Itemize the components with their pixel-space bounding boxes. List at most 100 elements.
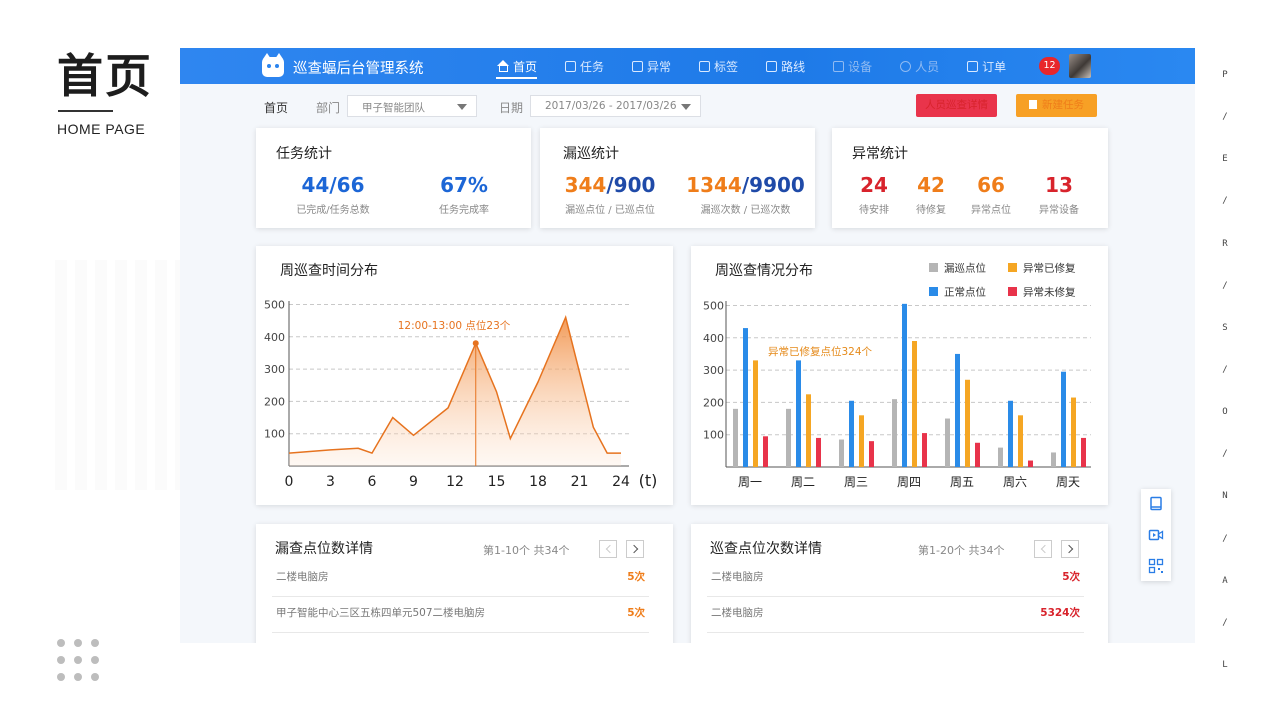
abnormal-stat: 13 异常设备 (989, 173, 1129, 216)
list-row[interactable]: 二楼电脑房 5324次 (707, 597, 1084, 633)
side-letter: / (1222, 364, 1228, 375)
qr-scan-icon[interactable] (1148, 558, 1164, 574)
side-letter: / (1222, 449, 1228, 460)
nav-item[interactable]: 路线 (766, 48, 805, 84)
nav-item[interactable]: 标签 (699, 48, 738, 84)
next-page-button[interactable] (1061, 540, 1079, 558)
bar (1071, 397, 1076, 467)
list-row[interactable]: 二楼电脑房 5次 (707, 561, 1084, 597)
row-name: 二楼电脑房 (276, 571, 329, 583)
stat-label: 漏巡次数 / 已巡次数 (700, 205, 791, 216)
x-tick-label: 18 (529, 474, 547, 490)
stat-value-total: /9900 (741, 173, 805, 197)
nav-item[interactable]: 异常 (632, 48, 671, 84)
abnormal-stats-card: 异常统计 24 待安排 42 待修复 66 异常点位 13 异常设备 (832, 128, 1108, 228)
nav-item-label: 任务 (580, 59, 605, 74)
dept-select[interactable]: 甲子智能团队 (347, 95, 477, 117)
stat-label: 异常设备 (1039, 205, 1079, 216)
home-icon (496, 60, 509, 72)
legend-swatch (1008, 287, 1017, 296)
side-letter: N (1222, 491, 1228, 502)
list-row[interactable]: 二楼电脑房 5次 (272, 561, 649, 597)
bar (922, 433, 927, 467)
nav-item-label: 人员 (915, 59, 940, 74)
x-tick-label: 15 (488, 474, 506, 490)
top-navbar: 巡查蝠后台管理系统 首页 任务 异常 标签 路线 设备 人员 订单 12 (180, 48, 1195, 84)
nav-item[interactable]: 设备 (833, 48, 872, 84)
heading-divider (58, 110, 113, 112)
x-tick-label: 21 (571, 474, 589, 490)
alert-icon (632, 60, 644, 72)
stat-label: 漏巡点位 / 已巡点位 (565, 205, 655, 216)
nav-item-label: 异常 (647, 59, 672, 74)
page-heading: 首页 (57, 49, 153, 103)
nav-item[interactable]: 人员 (900, 48, 939, 84)
annotation-label: 异常已修复点位324个 (768, 345, 873, 358)
side-letter: / (1222, 533, 1228, 544)
avatar[interactable] (1069, 54, 1091, 78)
legend-label: 漏巡点位 (944, 262, 986, 275)
time-distribution-card: 周巡查时间分布 100 200 300 400 500 0 3 6 9 12 15 18 21 24 (t)… (256, 246, 673, 505)
row-count: 5324次 (1040, 607, 1080, 619)
prev-page-button[interactable] (599, 540, 617, 558)
nav-item[interactable]: 任务 (565, 48, 604, 84)
weekly-patrol-card: 周巡查情况分布 100 200 300 400 500 周一 周二 周三 周四 周五 周六 周天 异常已… (691, 246, 1108, 505)
personnel-detail-button[interactable]: 人员巡查详情 (916, 94, 997, 117)
next-page-button[interactable] (626, 540, 644, 558)
document-icon (1029, 100, 1037, 109)
weekly-patrol-chart: 100 200 300 400 500 周一 周二 周三 周四 周五 周六 周天 异常已修复点位324个… (703, 262, 1091, 489)
bar (869, 441, 874, 467)
list-title: 漏查点位数详情 (275, 541, 373, 557)
list-row[interactable]: 甲子智能中心三区五栋四单元507二楼电脑房 5次 (272, 597, 649, 633)
legend-swatch (929, 287, 938, 296)
legend-label: 异常已修复 (1023, 262, 1076, 275)
x-tick-label: 9 (409, 474, 418, 490)
stat-missed-times: 1344/9900 漏巡次数 / 已巡次数 (668, 173, 823, 216)
row-count: 5次 (627, 571, 645, 583)
bar (1061, 371, 1066, 467)
new-task-button[interactable]: 新建任务 (1016, 94, 1097, 117)
bar (753, 360, 758, 467)
stat-rate: 67% 任务完成率 (394, 173, 534, 216)
task-stats-card: 任务统计 44/66 已完成/任务总数 67% 任务完成率 (256, 128, 531, 228)
dot-grid-decoration (57, 639, 101, 681)
row-count: 5次 (1062, 571, 1080, 583)
video-icon[interactable] (1148, 527, 1164, 543)
bar (892, 399, 897, 467)
pager-text: 第1-10个 共34个 (483, 544, 570, 557)
bar (816, 437, 821, 467)
y-tick-label: 300 (703, 364, 724, 377)
row-name: 甲子智能中心三区五栋四单元507二楼电脑房 (276, 607, 486, 619)
notification-badge[interactable]: 12 (1039, 57, 1060, 75)
bar (763, 436, 768, 467)
breadcrumb[interactable]: 首页 (264, 99, 288, 116)
date-range-select[interactable]: 2017/03/26 - 2017/03/26 (530, 95, 701, 117)
y-tick-label: 100 (703, 429, 724, 442)
bar (1051, 452, 1056, 467)
bar (902, 303, 907, 467)
book-icon[interactable] (1148, 496, 1164, 512)
nav-item[interactable]: 首页 (496, 48, 538, 84)
prev-page-button[interactable] (1034, 540, 1052, 558)
stat-value-main: 344 (564, 173, 607, 197)
date-range-value: 2017/03/26 - 2017/03/26 (545, 100, 677, 112)
y-tick-label: 500 (264, 298, 285, 311)
time-distribution-chart: 100 200 300 400 500 0 3 6 9 12 15 18 21 24 (t) 12:00-13… (264, 298, 657, 490)
stat-value-main: 1344 (686, 173, 742, 197)
card-title: 异常统计 (852, 146, 908, 162)
miss-stats-card: 漏巡统计 344/900 漏巡点位 / 已巡点位 1344/9900 漏巡次数 … (540, 128, 815, 228)
route-icon (766, 60, 778, 72)
bat-logo-icon (262, 53, 284, 77)
side-letter: E (1222, 154, 1228, 165)
main-nav: 首页 任务 异常 标签 路线 设备 人员 订单 (496, 48, 1034, 84)
nav-item[interactable]: 订单 (967, 48, 1006, 84)
y-tick-label: 300 (264, 363, 285, 376)
chevron-down-icon (681, 104, 691, 110)
side-letter: / (1222, 280, 1228, 291)
x-tick-label: 周五 (950, 475, 974, 489)
bar (733, 408, 738, 467)
legend-label: 正常点位 (944, 286, 986, 299)
side-letter: P (1222, 70, 1228, 80)
y-tick-label: 500 (703, 299, 724, 312)
faint-background-text (55, 260, 185, 490)
